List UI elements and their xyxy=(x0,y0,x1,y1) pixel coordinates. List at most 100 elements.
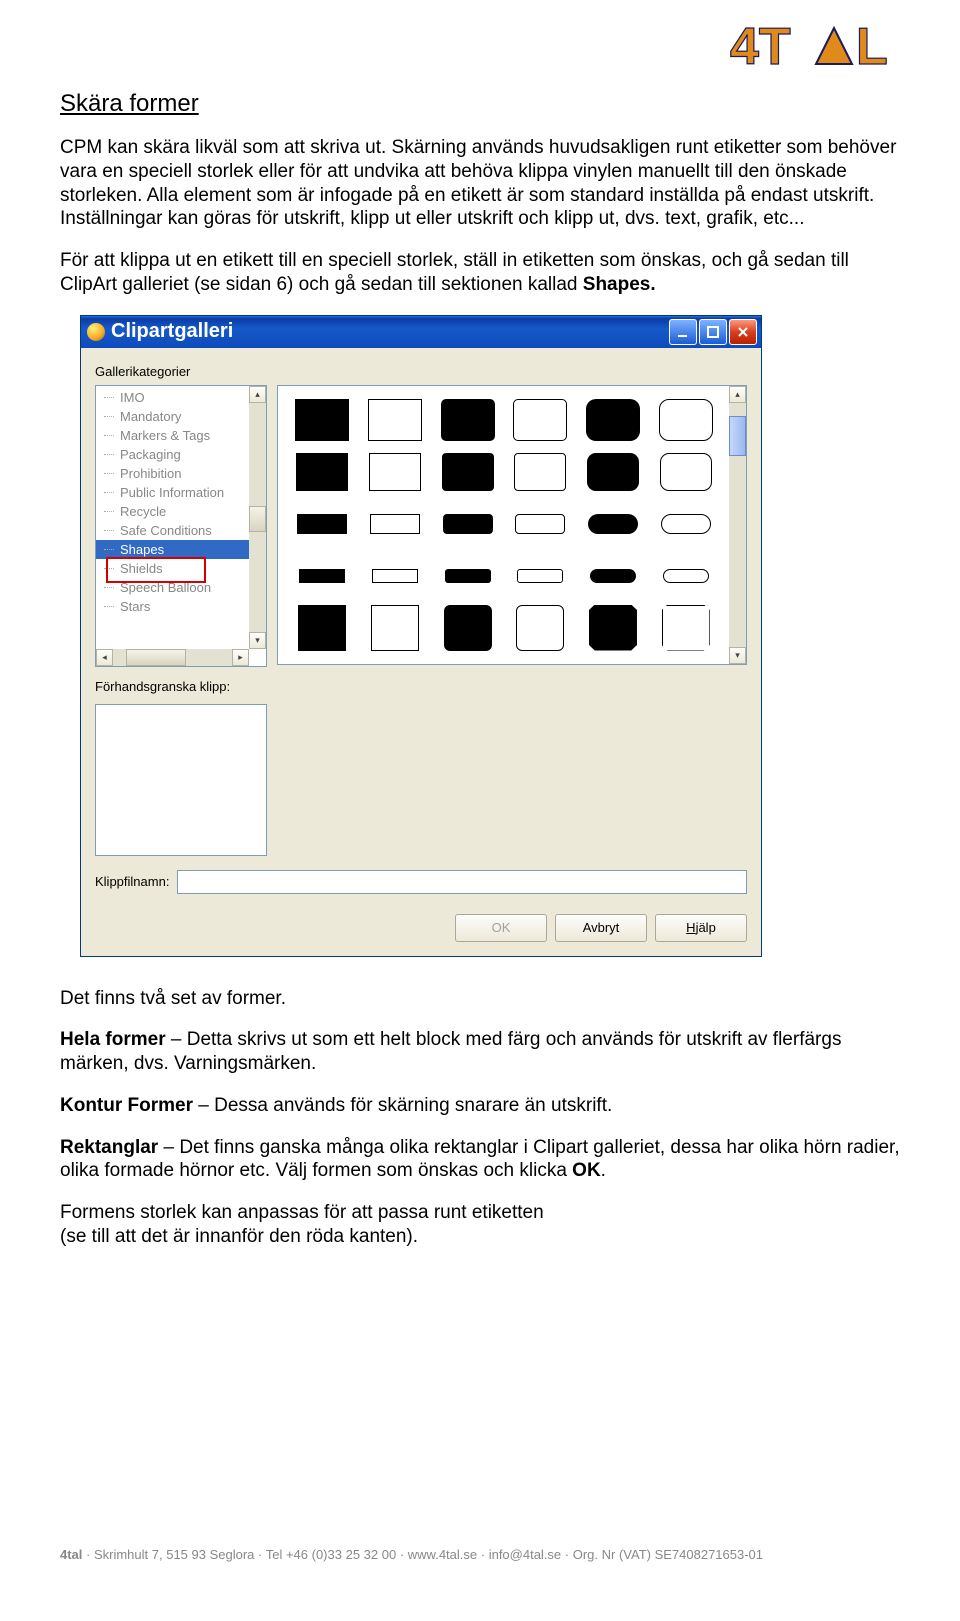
two-sets-text: Det finns två set av former. xyxy=(60,987,900,1011)
scroll-right-icon[interactable]: ▸ xyxy=(232,649,249,666)
text: – Det finns ganska många olika rektangla… xyxy=(60,1137,900,1182)
app-icon xyxy=(87,323,105,341)
text: . xyxy=(601,1160,606,1181)
tree-item[interactable]: IMO xyxy=(96,388,249,407)
footer-tel: Tel +46 (0)33 25 32 00 xyxy=(266,1547,396,1562)
brand-logo: 4T L 4T L xyxy=(730,20,900,81)
page-footer: 4tal · Skrimhult 7, 515 93 Seglora · Tel… xyxy=(60,1517,900,1562)
footer-address: Skrimhult 7, 515 93 Seglora xyxy=(94,1547,254,1562)
ok-button[interactable]: OK xyxy=(455,914,547,942)
shape-item[interactable] xyxy=(442,453,494,491)
minimize-button[interactable] xyxy=(669,319,697,345)
tree-item-shapes[interactable]: Shapes xyxy=(96,540,249,559)
shape-item[interactable] xyxy=(297,514,347,534)
intro-paragraph-1: CPM kan skära likväl som att skriva ut. … xyxy=(60,136,900,231)
tree-item[interactable]: Prohibition xyxy=(96,464,249,483)
tree-item[interactable]: Markers & Tags xyxy=(96,426,249,445)
tree-item[interactable]: Packaging xyxy=(96,445,249,464)
scroll-thumb-h[interactable] xyxy=(126,649,186,666)
shape-item[interactable] xyxy=(368,399,422,441)
shape-item[interactable] xyxy=(299,569,345,583)
svg-text:L: L xyxy=(856,20,888,76)
label: Rektanglar xyxy=(60,1137,158,1158)
preview-box xyxy=(95,704,267,856)
sep: · xyxy=(82,1547,94,1562)
sep: · xyxy=(477,1547,489,1562)
shapes-word: Shapes. xyxy=(583,274,656,295)
shape-item[interactable] xyxy=(663,569,709,583)
shape-item[interactable] xyxy=(441,399,495,441)
tree-item[interactable]: Mandatory xyxy=(96,407,249,426)
shape-item[interactable] xyxy=(296,453,348,491)
label: Hela former xyxy=(60,1029,166,1050)
scroll-left-icon[interactable]: ◂ xyxy=(96,649,113,666)
shape-item[interactable] xyxy=(513,399,567,441)
categories-label: Gallerikategorier xyxy=(95,364,747,379)
shape-item[interactable] xyxy=(295,399,349,441)
shape-item[interactable] xyxy=(514,453,566,491)
label: Kontur Former xyxy=(60,1095,193,1116)
hela-former-text: Hela former – Detta skrivs ut som ett he… xyxy=(60,1028,900,1076)
text: – Detta skrivs ut som ett helt block med… xyxy=(60,1029,841,1074)
page-title: Skära former xyxy=(60,90,900,118)
close-button[interactable] xyxy=(729,319,757,345)
shape-item[interactable] xyxy=(444,605,492,651)
resize-note: Formens storlek kan anpassas för att pas… xyxy=(60,1201,900,1249)
footer-brand: 4tal xyxy=(60,1547,82,1562)
help-button[interactable]: Hjälp xyxy=(655,914,747,942)
sep: · xyxy=(254,1547,265,1562)
shape-item[interactable] xyxy=(516,605,564,651)
tree-item[interactable]: Public Information xyxy=(96,483,249,502)
shapes-grid[interactable]: ▴ ▾ xyxy=(277,385,747,665)
shape-item[interactable] xyxy=(517,569,563,583)
tree-item[interactable]: Recycle xyxy=(96,502,249,521)
scroll-down-icon[interactable]: ▾ xyxy=(729,647,746,664)
shape-item[interactable] xyxy=(590,569,636,583)
footer-vat: Org. Nr (VAT) SE7408271653-01 xyxy=(573,1547,763,1562)
scroll-down-icon[interactable]: ▾ xyxy=(249,632,266,649)
text: För att klippa ut en etikett till en spe… xyxy=(60,250,849,295)
shape-item[interactable] xyxy=(515,514,565,534)
tree-item[interactable]: Speech Balloon xyxy=(96,578,249,597)
cancel-button[interactable]: Avbryt xyxy=(555,914,647,942)
shape-item[interactable] xyxy=(660,453,712,491)
shape-item[interactable] xyxy=(298,605,346,651)
category-tree[interactable]: IMO Mandatory Markers & Tags Packaging P… xyxy=(95,385,267,667)
maximize-button[interactable] xyxy=(699,319,727,345)
dialog-titlebar[interactable]: Clipartgalleri xyxy=(81,316,761,348)
ok-word: OK xyxy=(572,1160,601,1181)
sep: · xyxy=(561,1547,573,1562)
preview-label: Förhandsgranska klipp: xyxy=(95,679,747,694)
shape-item[interactable] xyxy=(661,514,711,534)
shape-item[interactable] xyxy=(662,605,710,651)
footer-web: www.4tal.se xyxy=(408,1547,477,1562)
scroll-thumb[interactable] xyxy=(729,416,746,456)
filename-label: Klippfilnamn: xyxy=(95,874,169,889)
shape-item[interactable] xyxy=(589,605,637,651)
shape-item[interactable] xyxy=(586,399,640,441)
text: – Dessa används för skärning snarare än … xyxy=(193,1095,612,1116)
shape-item[interactable] xyxy=(659,399,713,441)
svg-text:4T: 4T xyxy=(730,20,791,76)
shape-item[interactable] xyxy=(445,569,491,583)
shape-item[interactable] xyxy=(369,453,421,491)
shape-item[interactable] xyxy=(371,605,419,651)
scroll-up-icon[interactable]: ▴ xyxy=(249,386,266,403)
filename-input[interactable] xyxy=(177,870,747,894)
shape-item[interactable] xyxy=(587,453,639,491)
shape-item[interactable] xyxy=(370,514,420,534)
dialog-title: Clipartgalleri xyxy=(111,320,669,343)
tree-item[interactable]: Shields xyxy=(96,559,249,578)
sep: · xyxy=(396,1547,408,1562)
intro-paragraph-2: För att klippa ut en etikett till en spe… xyxy=(60,249,900,297)
kontur-former-text: Kontur Former – Dessa används för skärni… xyxy=(60,1094,900,1118)
shape-item[interactable] xyxy=(588,514,638,534)
tree-item[interactable]: Safe Conditions xyxy=(96,521,249,540)
scroll-up-icon[interactable]: ▴ xyxy=(729,386,746,403)
shape-item[interactable] xyxy=(443,514,493,534)
rektanglar-text: Rektanglar – Det finns ganska många olik… xyxy=(60,1136,900,1184)
clipart-gallery-dialog: Clipartgalleri Gallerikategorier IMO xyxy=(80,315,762,957)
tree-item[interactable]: Stars xyxy=(96,597,249,616)
scroll-thumb[interactable] xyxy=(249,506,266,532)
shape-item[interactable] xyxy=(372,569,418,583)
